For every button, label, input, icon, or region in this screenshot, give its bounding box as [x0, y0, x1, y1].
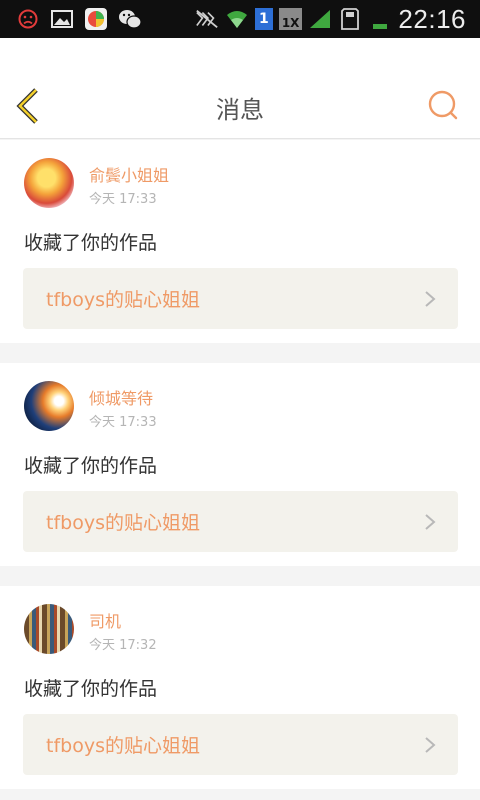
action-text: 收藏了你的作品 [24, 232, 158, 254]
game-app-icon [84, 8, 108, 30]
search-button[interactable] [426, 88, 460, 122]
clock: 22:16 [398, 3, 466, 34]
message-card: 司机 今天 17:32 收藏了你的作品 tfboys的贴心姐姐 [0, 586, 480, 789]
user-name[interactable]: 司机 [89, 608, 121, 632]
work-link[interactable]: tfboys的贴心姐姐 [23, 714, 458, 775]
chevron-right-icon [425, 514, 436, 530]
battery-icon [368, 8, 392, 30]
message-card: 倾城等待 今天 17:33 收藏了你的作品 tfboys的贴心姐姐 [0, 363, 480, 566]
system-icons: 1 1X 22:16 [195, 4, 480, 35]
action-text: 收藏了你的作品 [24, 678, 158, 700]
network-speed-badge: 1X [278, 8, 303, 30]
sim-badge: 1 [254, 8, 273, 30]
work-title: tfboys的贴心姐姐 [46, 289, 200, 311]
avatar[interactable] [24, 381, 74, 431]
sdcard-icon [338, 8, 362, 30]
work-link[interactable]: tfboys的贴心姐姐 [23, 268, 458, 329]
status-bar: 1 1X 22:16 [0, 0, 480, 38]
user-name[interactable]: 俞鬓小姐姐 [89, 162, 169, 186]
wifi-icon [225, 8, 249, 30]
signal-icon [308, 8, 332, 30]
notification-icons [0, 8, 142, 30]
wechat-icon [118, 8, 142, 30]
work-link[interactable]: tfboys的贴心姐姐 [23, 491, 458, 552]
chevron-right-icon [425, 291, 436, 307]
message-list: 俞鬓小姐姐 今天 17:33 收藏了你的作品 tfboys的贴心姐姐 倾城等待 … [0, 140, 480, 800]
nav-header: 消息 [0, 38, 480, 139]
avatar[interactable] [24, 158, 74, 208]
work-title: tfboys的贴心姐姐 [46, 512, 200, 534]
work-title: tfboys的贴心姐姐 [46, 735, 200, 757]
chevron-right-icon [425, 737, 436, 753]
timestamp: 今天 17:33 [89, 192, 157, 207]
gallery-icon [50, 8, 74, 30]
avatar[interactable] [24, 604, 74, 654]
action-text: 收藏了你的作品 [24, 455, 158, 477]
timestamp: 今天 17:33 [89, 415, 157, 430]
mute-icon [195, 8, 219, 30]
sad-face-icon [16, 8, 40, 30]
user-name[interactable]: 倾城等待 [89, 385, 153, 409]
message-card: 俞鬓小姐姐 今天 17:33 收藏了你的作品 tfboys的贴心姐姐 [0, 140, 480, 343]
timestamp: 今天 17:32 [89, 638, 157, 653]
page-title: 消息 [216, 96, 264, 124]
search-icon [428, 90, 458, 120]
